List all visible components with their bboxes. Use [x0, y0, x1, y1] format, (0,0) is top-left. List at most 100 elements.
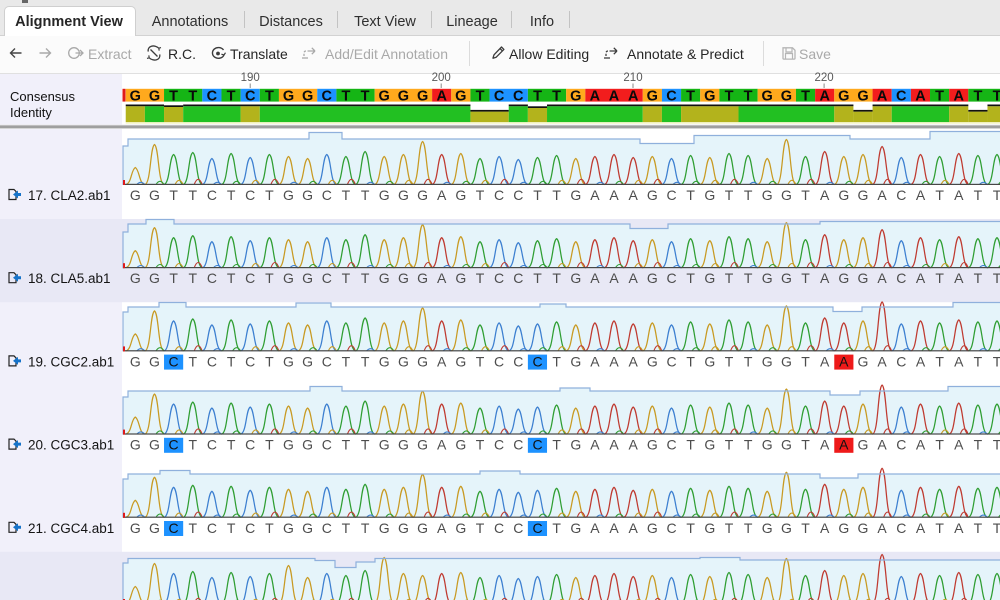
svg-text:A: A: [954, 520, 964, 536]
svg-text:G: G: [647, 88, 658, 104]
svg-text:C: C: [322, 353, 332, 369]
svg-text:A: A: [609, 437, 619, 453]
svg-text:G: G: [130, 187, 141, 203]
svg-text:A: A: [877, 270, 887, 286]
svg-text:G: G: [762, 437, 773, 453]
svg-text:G: G: [417, 187, 428, 203]
svg-text:G: G: [398, 353, 409, 369]
svg-text:A: A: [629, 270, 639, 286]
svg-text:T: T: [552, 520, 561, 536]
svg-text:T: T: [227, 353, 236, 369]
svg-text:T: T: [189, 270, 198, 286]
svg-text:C: C: [494, 88, 505, 104]
svg-text:C: C: [169, 353, 179, 369]
svg-text:200: 200: [432, 72, 451, 84]
svg-text:A: A: [629, 437, 639, 453]
svg-text:G: G: [302, 437, 313, 453]
svg-text:T: T: [476, 437, 485, 453]
svg-text:T: T: [552, 353, 561, 369]
svg-text:G: G: [858, 520, 869, 536]
svg-text:G: G: [398, 88, 409, 104]
svg-text:A: A: [629, 187, 639, 203]
svg-text:G: G: [838, 88, 849, 104]
svg-text:C: C: [513, 270, 523, 286]
svg-text:G: G: [149, 88, 160, 104]
svg-text:G: G: [455, 520, 466, 536]
svg-text:T: T: [935, 88, 944, 104]
svg-text:G: G: [838, 187, 849, 203]
svg-text:T: T: [974, 437, 983, 453]
svg-text:T: T: [974, 520, 983, 536]
svg-text:A: A: [629, 353, 639, 369]
svg-text:C: C: [245, 437, 255, 453]
svg-text:G: G: [283, 270, 294, 286]
svg-text:C: C: [666, 187, 676, 203]
svg-text:G: G: [379, 437, 390, 453]
svg-text:T: T: [265, 353, 274, 369]
svg-text:A: A: [839, 353, 849, 369]
svg-text:A: A: [436, 88, 447, 104]
svg-text:G: G: [647, 437, 658, 453]
svg-text:Identity: Identity: [10, 105, 52, 120]
svg-text:A: A: [590, 187, 600, 203]
svg-text:C: C: [666, 437, 676, 453]
svg-text:17. CLA2.ab1: 17. CLA2.ab1: [28, 188, 111, 203]
svg-text:C: C: [513, 187, 523, 203]
svg-text:A: A: [915, 88, 926, 104]
svg-text:G: G: [283, 437, 294, 453]
svg-text:G: G: [398, 187, 409, 203]
svg-text:G: G: [858, 353, 869, 369]
svg-text:G: G: [149, 437, 160, 453]
svg-text:G: G: [149, 520, 160, 536]
svg-text:T: T: [361, 520, 370, 536]
svg-text:T: T: [189, 187, 198, 203]
svg-text:C: C: [666, 88, 677, 104]
svg-text:G: G: [762, 270, 773, 286]
svg-text:T: T: [801, 270, 810, 286]
svg-text:C: C: [245, 88, 256, 104]
svg-text:T: T: [686, 88, 695, 104]
svg-text:G: G: [781, 270, 792, 286]
svg-text:T: T: [227, 520, 236, 536]
svg-text:G: G: [570, 437, 581, 453]
svg-text:A: A: [839, 437, 849, 453]
svg-text:T: T: [342, 353, 351, 369]
svg-text:T: T: [342, 270, 351, 286]
svg-text:T: T: [341, 88, 350, 104]
svg-text:T: T: [169, 187, 178, 203]
svg-text:T: T: [188, 88, 197, 104]
svg-text:G: G: [149, 270, 160, 286]
svg-text:G: G: [704, 270, 715, 286]
svg-text:A: A: [628, 88, 639, 104]
svg-text:T: T: [744, 437, 753, 453]
svg-text:A: A: [590, 437, 600, 453]
svg-text:T: T: [189, 520, 198, 536]
svg-text:C: C: [169, 437, 179, 453]
svg-text:A: A: [820, 187, 830, 203]
svg-text:C: C: [207, 88, 218, 104]
svg-text:G: G: [762, 187, 773, 203]
svg-text:T: T: [265, 88, 274, 104]
svg-text:A: A: [820, 353, 830, 369]
svg-text:A: A: [590, 270, 600, 286]
svg-text:C: C: [245, 353, 255, 369]
svg-text:T: T: [993, 88, 1000, 104]
svg-text:C: C: [666, 520, 676, 536]
svg-text:T: T: [725, 88, 734, 104]
svg-text:C: C: [494, 520, 504, 536]
svg-text:A: A: [437, 437, 447, 453]
svg-text:G: G: [570, 88, 581, 104]
svg-text:T: T: [974, 353, 983, 369]
svg-text:T: T: [993, 353, 1000, 369]
svg-text:A: A: [877, 187, 887, 203]
svg-text:T: T: [801, 437, 810, 453]
svg-text:A: A: [819, 88, 830, 104]
svg-text:T: T: [476, 187, 485, 203]
svg-text:T: T: [725, 437, 734, 453]
svg-text:T: T: [686, 353, 695, 369]
svg-text:T: T: [265, 187, 274, 203]
svg-text:T: T: [973, 88, 982, 104]
svg-text:G: G: [417, 88, 428, 104]
svg-text:A: A: [590, 88, 601, 104]
svg-text:T: T: [935, 187, 944, 203]
